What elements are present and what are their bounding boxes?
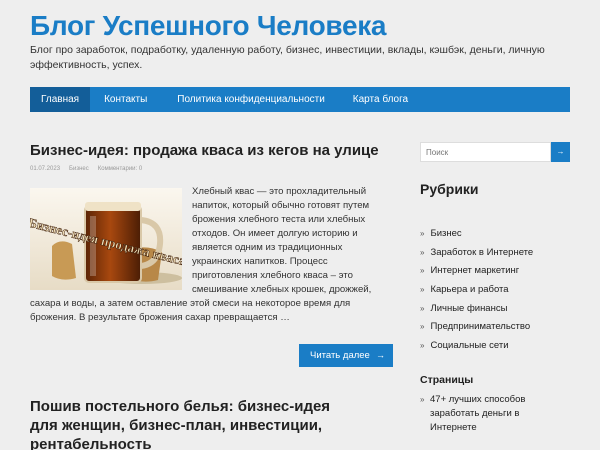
nav-item-privacy-policy[interactable]: Политика конфиденциальности xyxy=(161,87,341,112)
bullet-icon: » xyxy=(420,322,425,332)
category-link[interactable]: » Интернет маркетинг xyxy=(420,264,533,283)
category-link[interactable]: » Предпринимательство xyxy=(420,320,533,339)
bullet-icon: » xyxy=(420,303,425,313)
bullet-icon: » xyxy=(420,247,425,257)
category-link[interactable]: » Социальные сети xyxy=(420,339,533,358)
category-link[interactable]: » Заработок в Интернете xyxy=(420,246,533,265)
nav-item-contacts[interactable]: Контакты xyxy=(90,87,161,112)
category-link[interactable]: » Карьера и работа xyxy=(420,283,533,302)
post-thumbnail[interactable]: Бизнес-идея продажа кваса xyxy=(30,188,182,290)
post-date: 01.07.2023 xyxy=(30,166,61,172)
category-link[interactable]: » Бизнес xyxy=(420,227,533,246)
search-input[interactable] xyxy=(420,142,551,162)
categories-widget-title: Рубрики xyxy=(420,181,479,197)
arrow-right-icon: → xyxy=(556,147,565,156)
arrow-right-icon: → xyxy=(376,350,385,360)
bullet-icon: » xyxy=(420,266,425,276)
site-description: Блог про заработок, подработку, удаленну… xyxy=(30,44,545,71)
pages-widget-title: Страницы xyxy=(420,374,474,386)
main-navigation: Главная Контакты Политика конфиденциальн… xyxy=(30,87,570,112)
bullet-icon: » xyxy=(420,229,425,238)
post-meta: 01.07.2023 Бизнес Комментарии: 0 xyxy=(30,166,142,172)
post-title[interactable]: Бизнес-идея: продажа кваса из кегов на у… xyxy=(30,141,379,160)
read-more-button[interactable]: Читать далее → xyxy=(299,344,393,367)
site-title[interactable]: Блог Успешного Человека xyxy=(30,10,387,42)
bullet-icon: » xyxy=(420,395,425,404)
nav-item-home[interactable]: Главная xyxy=(30,87,91,112)
bullet-icon: » xyxy=(420,285,425,295)
post-category-link[interactable]: Бизнес xyxy=(69,166,89,172)
page-link[interactable]: » 47+ лучших способов заработать деньги … xyxy=(420,393,550,435)
category-link[interactable]: » Личные финансы xyxy=(420,302,533,321)
categories-list: » Бизнес » Заработок в Интернете » Интернет… xyxy=(420,227,533,358)
kvass-mug-image: Бизнес-идея продажа кваса xyxy=(30,188,182,290)
nav-item-blog-map[interactable]: Карта блога xyxy=(341,87,420,112)
search-button[interactable]: → xyxy=(551,142,570,162)
post-title[interactable]: Пошив постельного белья: бизнес-идея для… xyxy=(30,397,360,450)
bullet-icon: » xyxy=(420,341,425,351)
post-comments-link[interactable]: Комментарии: 0 xyxy=(98,166,142,172)
